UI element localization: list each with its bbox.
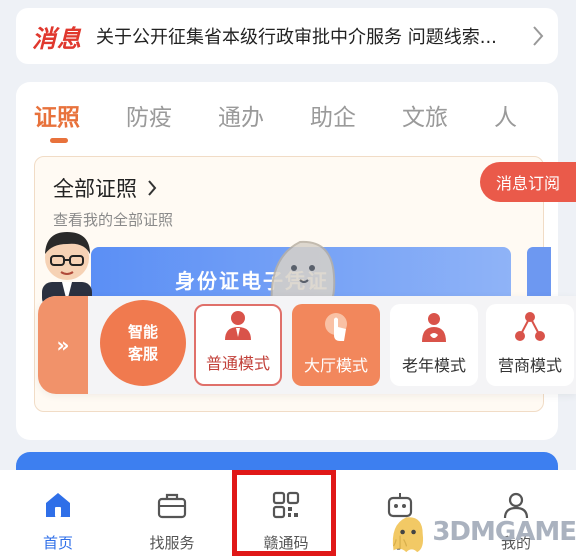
person-icon — [221, 308, 255, 342]
nav-home[interactable]: 首页 — [8, 488, 108, 553]
highlight-annotation — [232, 470, 336, 556]
nav-services[interactable]: 找服务 — [122, 488, 222, 553]
mode-normal[interactable]: 普通模式 — [194, 304, 282, 386]
notice-bar[interactable]: 消息 关于公开征集省本级行政审批中介服务 问题线索... — [16, 8, 558, 64]
mode-business[interactable]: 营商模式 — [486, 304, 574, 386]
touch-icon — [319, 310, 353, 344]
nav-label: 找服务 — [149, 534, 195, 552]
all-certificates-link[interactable]: 全部证照 — [53, 173, 157, 203]
smart-service-button[interactable]: 智能 客服 — [100, 300, 186, 386]
tab-certificates[interactable]: 证照 — [34, 98, 80, 143]
mode-elder[interactable]: 老年模式 — [390, 304, 478, 386]
chevron-right-icon — [147, 179, 157, 197]
mode-label: 老年模式 — [401, 356, 466, 375]
mode-hall[interactable]: 大厅模式 — [292, 304, 380, 386]
share-icon — [513, 310, 547, 344]
mode-label: 大厅模式 — [303, 356, 368, 375]
category-tabs: 证照 防疫 通办 助企 文旅 人 — [34, 98, 558, 143]
tab-epidemic[interactable]: 防疫 — [126, 98, 172, 132]
notice-tag: 消息 — [32, 23, 82, 53]
notice-text[interactable]: 关于公开征集省本级行政审批中介服务 问题线索... — [96, 23, 522, 49]
home-icon — [41, 488, 75, 522]
tab-general[interactable]: 通办 — [218, 98, 264, 132]
tab-label: 证照 — [34, 105, 80, 131]
expand-button[interactable]: » — [38, 296, 88, 394]
mode-selector: » 智能 客服 普通模式 大厅模式 老年模式 营商模式 — [38, 296, 576, 394]
elder-icon — [417, 310, 451, 344]
smart-service-line2: 客服 — [127, 345, 158, 363]
cert-title: 全部证照 — [53, 177, 137, 201]
tab-underline — [50, 138, 68, 143]
subscribe-button[interactable]: 消息订阅 — [480, 162, 576, 202]
watermark-text: 3DMGAME — [432, 517, 576, 547]
tab-enterprise[interactable]: 助企 — [310, 98, 356, 132]
chevron-right-icon[interactable] — [522, 25, 544, 47]
mode-label: 普通模式 — [205, 354, 270, 373]
tab-people[interactable]: 人 — [494, 98, 517, 132]
tab-tourism[interactable]: 文旅 — [402, 98, 448, 132]
nav-label: 首页 — [42, 534, 73, 552]
watermark: 3DMGAME — [388, 506, 576, 558]
smart-service-line1: 智能 — [127, 323, 158, 341]
watermark-mascot-icon — [392, 517, 424, 553]
mode-label: 营商模式 — [497, 356, 562, 375]
briefcase-icon — [155, 488, 189, 522]
